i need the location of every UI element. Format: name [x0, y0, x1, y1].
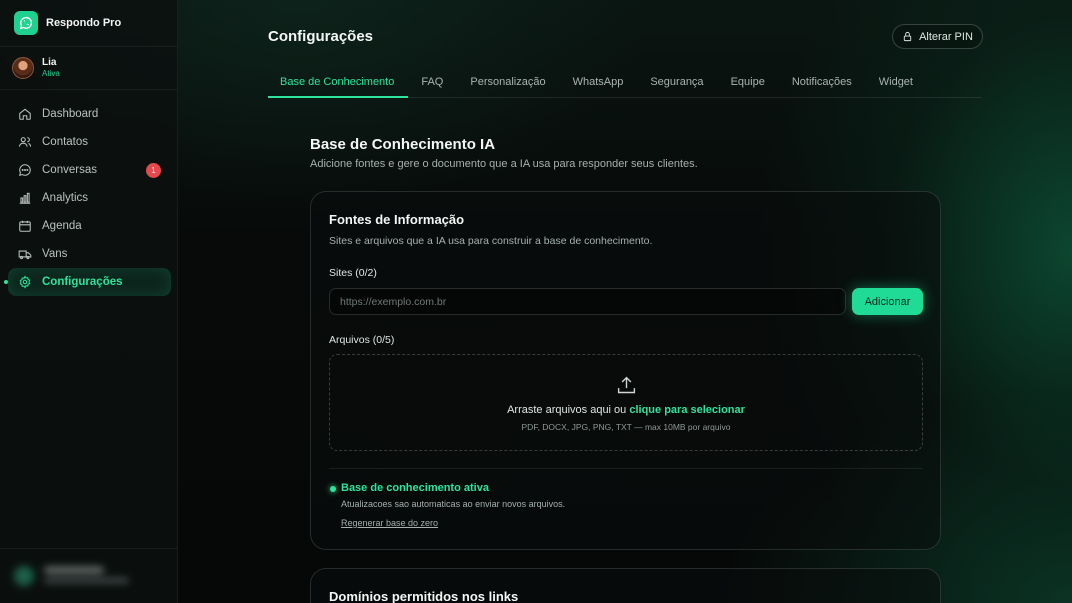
sidebar-item-label: Conversas — [42, 164, 97, 176]
tab-widget[interactable]: Widget — [865, 66, 926, 98]
sidebar-item-contatos[interactable]: Contatos — [8, 128, 171, 156]
sources-card: Fontes de Informação Sites e arquivos qu… — [310, 191, 941, 550]
calendar-icon — [19, 220, 31, 232]
tab-equipe[interactable]: Equipe — [717, 66, 778, 98]
status-dot-icon — [330, 486, 336, 492]
card-title: Fontes de Informação — [329, 212, 465, 227]
files-label: Arquivos (0/5) — [329, 334, 395, 346]
chat-icon — [19, 164, 31, 176]
app-name: Respondo Pro — [46, 17, 122, 29]
home-icon — [19, 108, 31, 120]
user-profile[interactable]: Lia Ativa — [0, 47, 177, 90]
gear-icon — [19, 275, 31, 289]
sidebar-footer — [0, 548, 178, 603]
kb-status-subtitle: Atualizacoes sao automaticas ao enviar n… — [341, 499, 566, 509]
user-status: Ativa — [42, 69, 60, 78]
card-subtitle: Sites e arquivos que a IA usa para const… — [329, 235, 653, 247]
tab-faq[interactable]: FAQ — [408, 66, 457, 98]
domains-card-title: Domínios permitidos nos links — [329, 589, 519, 603]
kb-status-title: Base de conhecimento ativa — [341, 482, 489, 494]
avatar — [12, 57, 34, 79]
users-icon — [18, 137, 32, 147]
sidebar-item-agenda[interactable]: Agenda — [8, 212, 171, 240]
user-name: Lia — [42, 57, 57, 68]
upload-icon — [617, 376, 636, 394]
whatsapp-logo-icon — [14, 11, 38, 35]
file-dropzone[interactable]: Arraste arquivos aqui ou clique para sel… — [329, 354, 923, 451]
dropzone-hint: PDF, DOCX, JPG, PNG, TXT — max 10MB por … — [521, 422, 731, 432]
change-pin-button[interactable]: Alterar PIN — [892, 24, 983, 49]
dropzone-text: Arraste arquivos aqui ou clique para sel… — [330, 404, 922, 416]
sidebar-nav: Dashboard Contatos Conversas 1 Analytics… — [0, 90, 177, 296]
sidebar-item-dashboard[interactable]: Dashboard — [8, 100, 171, 128]
site-url-input[interactable] — [329, 288, 846, 315]
sidebar-item-configuracoes[interactable]: Configurações — [4, 268, 171, 296]
tab-base-de-conhecimento[interactable]: Base de Conhecimento — [268, 66, 408, 98]
section-title: Base de Conhecimento IA — [310, 136, 496, 153]
bar-chart-icon — [19, 192, 31, 204]
lock-icon — [903, 31, 912, 42]
section-subtitle: Adicione fontes e gere o documento que a… — [310, 158, 698, 170]
blurred-account-card — [14, 563, 159, 589]
sites-label: Sites (0/2) — [329, 267, 377, 279]
sidebar-item-label: Contatos — [42, 136, 89, 148]
settings-tabs: Base de Conhecimento FAQ Personalização … — [268, 66, 982, 98]
sidebar-item-vans[interactable]: Vans — [8, 240, 171, 268]
dropzone-prompt: Arraste arquivos aqui ou — [507, 404, 627, 416]
change-pin-label: Alterar PIN — [919, 30, 973, 43]
sidebar: Respondo Pro Lia Ativa Dashboard Contato… — [0, 0, 178, 603]
van-icon — [18, 250, 32, 260]
sidebar-item-label: Configurações — [42, 276, 123, 288]
sidebar-item-conversas[interactable]: Conversas 1 — [8, 156, 171, 184]
tab-seguranca[interactable]: Segurança — [637, 66, 717, 98]
regenerate-link[interactable]: Regenerar base do zero — [341, 518, 438, 528]
tab-whatsapp[interactable]: WhatsApp — [559, 66, 637, 98]
sidebar-item-label: Vans — [42, 248, 68, 260]
sidebar-item-label: Agenda — [42, 220, 82, 232]
unread-badge: 1 — [146, 162, 161, 178]
select-files-link[interactable]: clique para selecionar — [629, 404, 745, 416]
tab-notificacoes[interactable]: Notificações — [778, 66, 865, 98]
page-title: Configurações — [268, 28, 374, 45]
sidebar-item-label: Dashboard — [42, 108, 99, 120]
domains-card: Domínios permitidos nos links — [310, 568, 941, 603]
divider — [329, 468, 923, 469]
brand[interactable]: Respondo Pro — [0, 0, 177, 47]
tab-personalizacao[interactable]: Personalização — [457, 66, 559, 98]
add-site-button[interactable]: Adicionar — [852, 288, 923, 315]
active-indicator — [4, 280, 8, 284]
sidebar-item-label: Analytics — [42, 192, 89, 204]
sidebar-item-analytics[interactable]: Analytics — [8, 184, 171, 212]
